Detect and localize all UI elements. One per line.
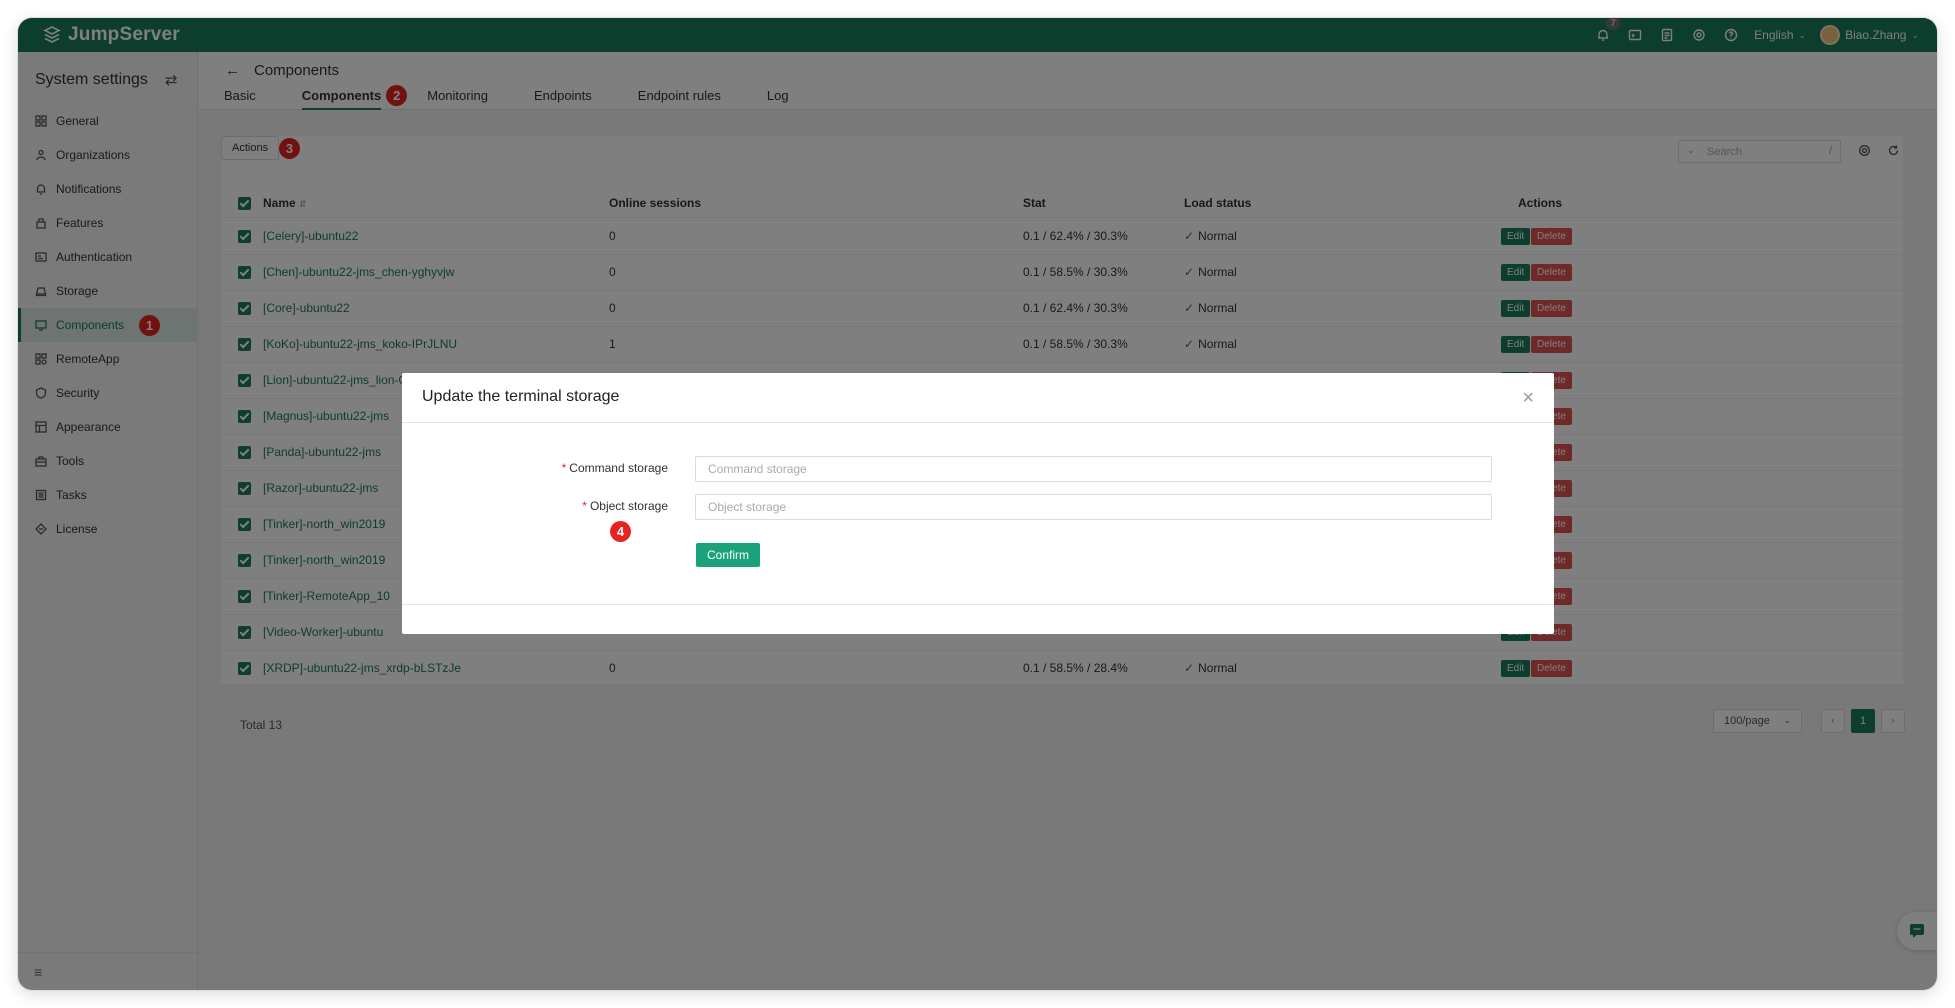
confirm-button[interactable]: Confirm — [696, 543, 761, 567]
object-storage-select[interactable]: Object storage — [695, 494, 1492, 520]
dialog-footer-divider — [402, 604, 1554, 605]
dialog-title: Update the terminal storage — [422, 388, 620, 405]
dialog-header: Update the terminal storage × — [402, 373, 1554, 423]
command-storage-label: * Command storage — [561, 461, 668, 475]
command-storage-select[interactable]: Command storage — [695, 456, 1492, 482]
object-storage-label: * Object storage — [582, 499, 668, 513]
close-icon[interactable]: × — [1522, 387, 1534, 410]
update-terminal-storage-dialog: Update the terminal storage × * Command s… — [402, 373, 1554, 634]
step-marker-4: 4 — [610, 521, 631, 542]
